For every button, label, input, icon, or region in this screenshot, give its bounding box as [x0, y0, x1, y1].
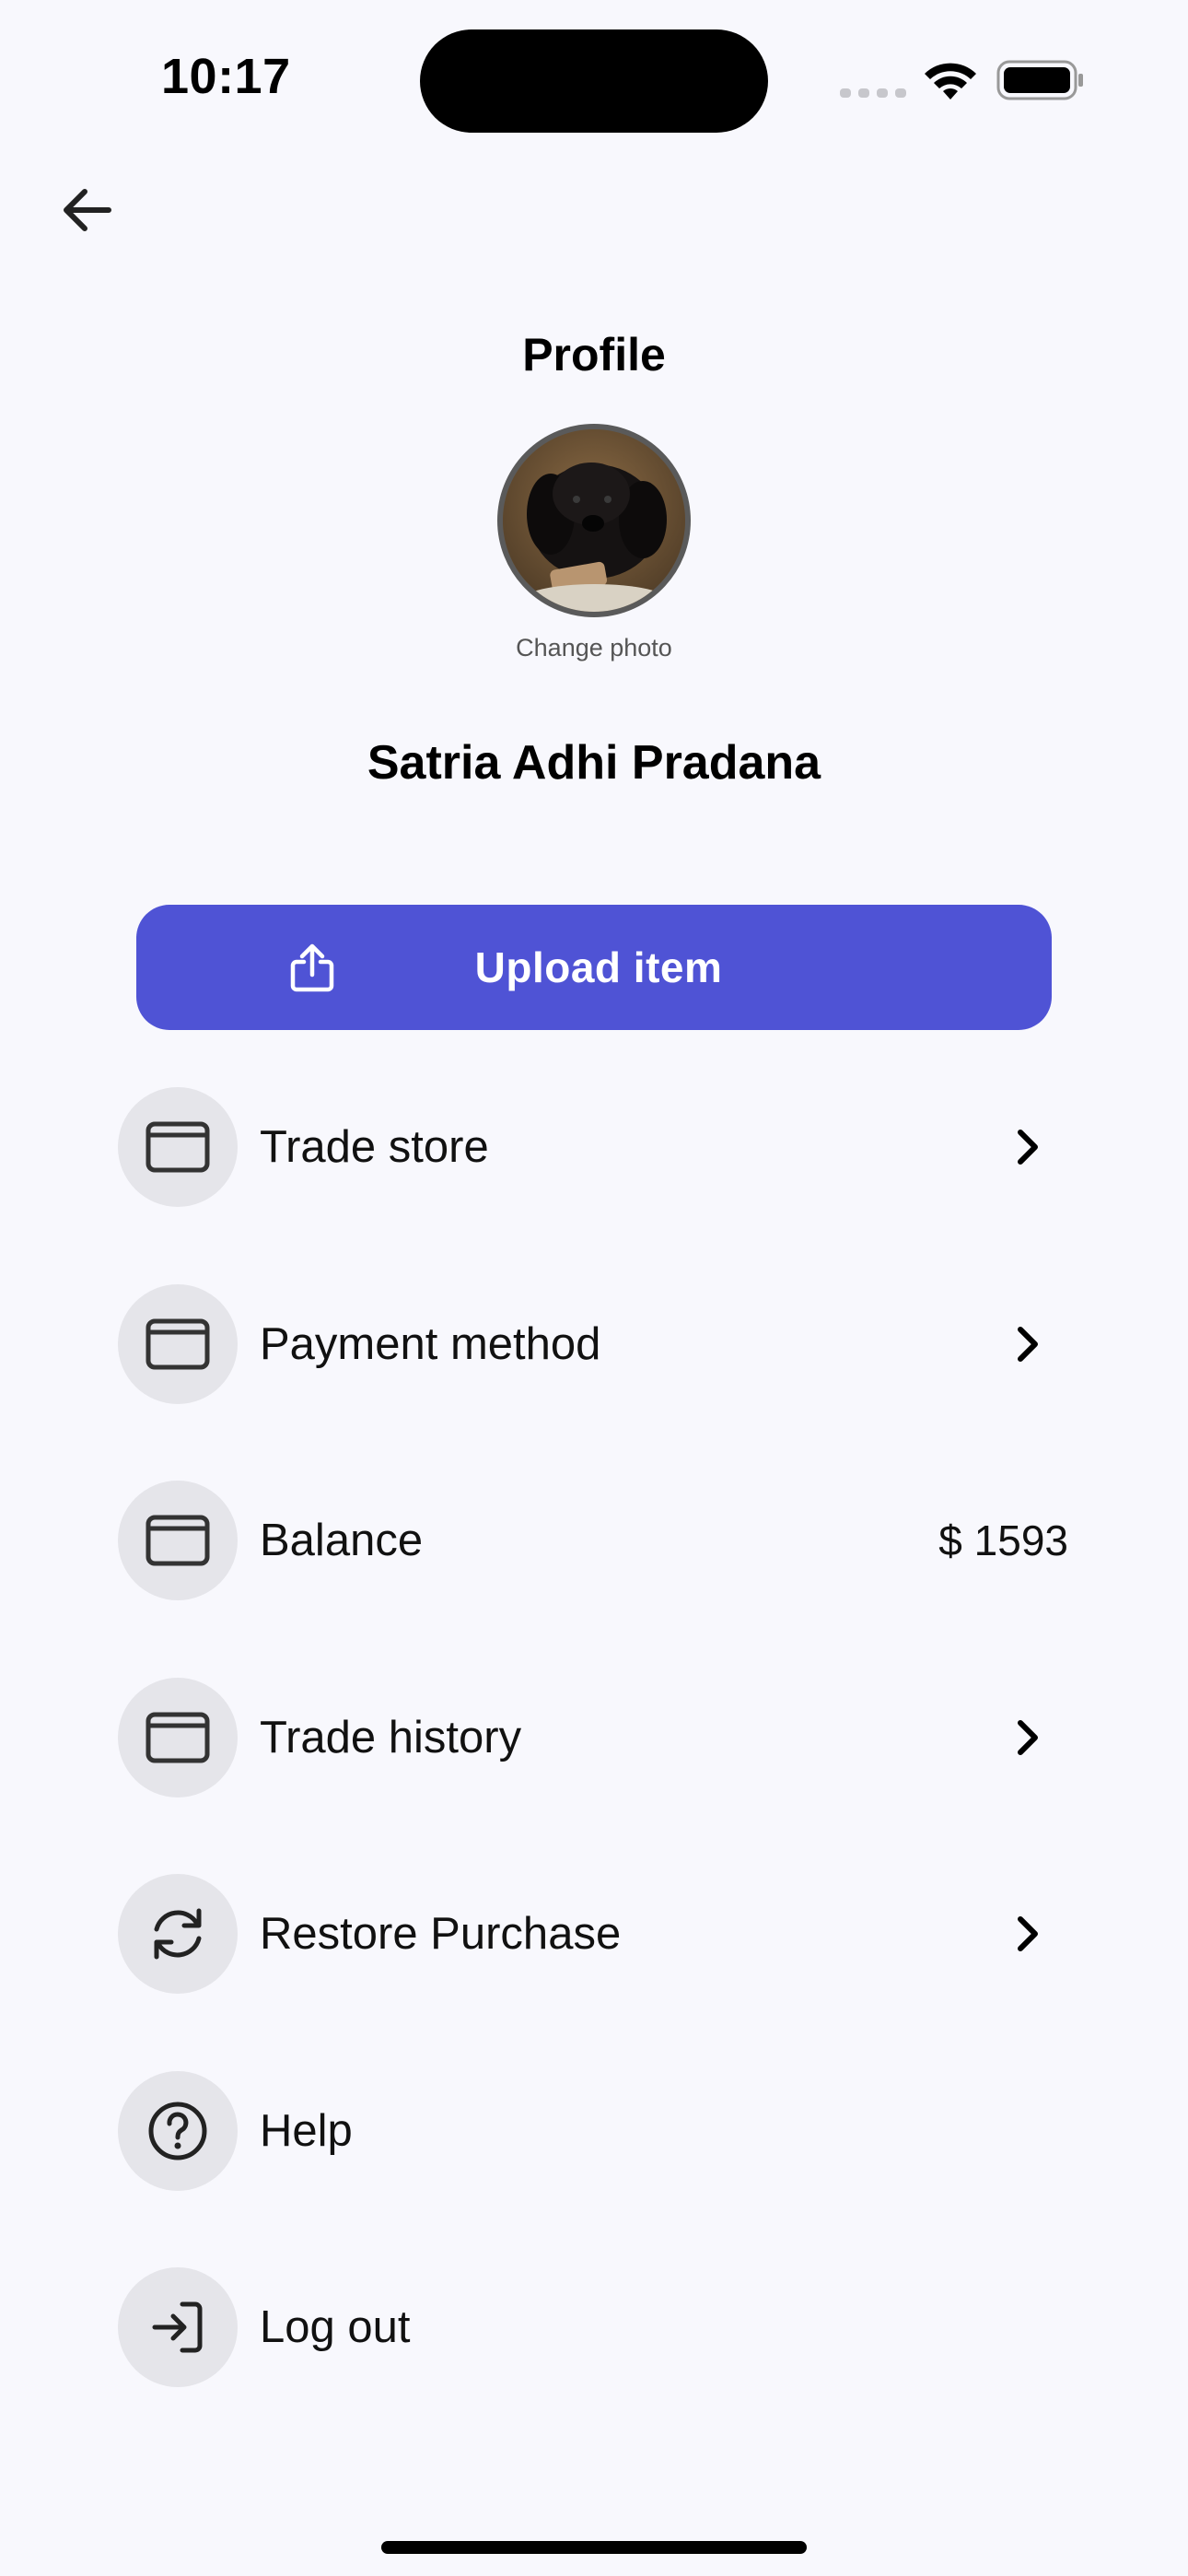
menu-item-restore-purchase[interactable]: Restore Purchase	[118, 1874, 1076, 1994]
dog-photo	[503, 429, 685, 612]
menu-item-label: Payment method	[260, 1319, 601, 1369]
balance-value: $ 1593	[938, 1516, 1068, 1564]
card-icon-circle	[118, 1087, 238, 1207]
card-icon-circle	[118, 1284, 238, 1404]
upload-item-button[interactable]: Upload item	[136, 905, 1052, 1030]
menu-item-label: Trade history	[260, 1713, 522, 1762]
chevron-right-icon	[1018, 1130, 1038, 1165]
status-bar: 10:17	[0, 0, 1188, 157]
menu-item-label: Help	[260, 2106, 353, 2156]
wifi-icon	[925, 63, 976, 100]
dynamic-island	[420, 29, 768, 133]
menu-item-trade-store[interactable]: Trade store	[118, 1087, 1076, 1207]
menu-item-balance[interactable]: Balance $ 1593	[118, 1481, 1076, 1600]
battery-icon	[996, 60, 1083, 100]
user-name: Satria Adhi Pradana	[367, 736, 821, 790]
refresh-icon-circle	[118, 1874, 238, 1994]
question-icon-circle	[118, 2071, 238, 2191]
status-time: 10:17	[161, 49, 291, 104]
card-icon	[146, 1318, 210, 1370]
question-circle-icon	[148, 2102, 207, 2160]
menu-item-label: Restore Purchase	[260, 1909, 622, 1959]
home-indicator[interactable]	[381, 2541, 807, 2554]
back-button[interactable]	[48, 171, 125, 249]
card-icon	[146, 1515, 210, 1566]
menu-item-label: Balance	[260, 1516, 424, 1565]
page-title: Profile	[522, 329, 666, 381]
card-icon	[146, 1121, 210, 1173]
signal-icon	[840, 88, 906, 98]
chevron-right-icon	[1018, 1720, 1038, 1755]
upload-item-label: Upload item	[474, 943, 723, 991]
card-icon-circle	[118, 1481, 238, 1600]
menu-item-label: Trade store	[260, 1122, 489, 1172]
menu-item-help[interactable]: Help	[118, 2071, 1076, 2191]
avatar[interactable]	[497, 424, 691, 617]
refresh-icon	[154, 1908, 202, 1960]
change-photo-link[interactable]: Change photo	[0, 634, 1188, 662]
logout-icon	[152, 2301, 203, 2353]
card-icon	[146, 1712, 210, 1763]
chevron-right-icon	[1018, 1327, 1038, 1362]
card-icon-circle	[118, 1678, 238, 1797]
logout-icon-circle	[118, 2267, 238, 2387]
arrow-left-icon	[64, 189, 111, 231]
menu-item-payment-method[interactable]: Payment method	[118, 1284, 1076, 1404]
menu-item-label: Log out	[260, 2302, 411, 2352]
menu-item-log-out[interactable]: Log out	[118, 2267, 1076, 2387]
menu-item-trade-history[interactable]: Trade history	[118, 1678, 1076, 1797]
chevron-right-icon	[1018, 1916, 1038, 1951]
